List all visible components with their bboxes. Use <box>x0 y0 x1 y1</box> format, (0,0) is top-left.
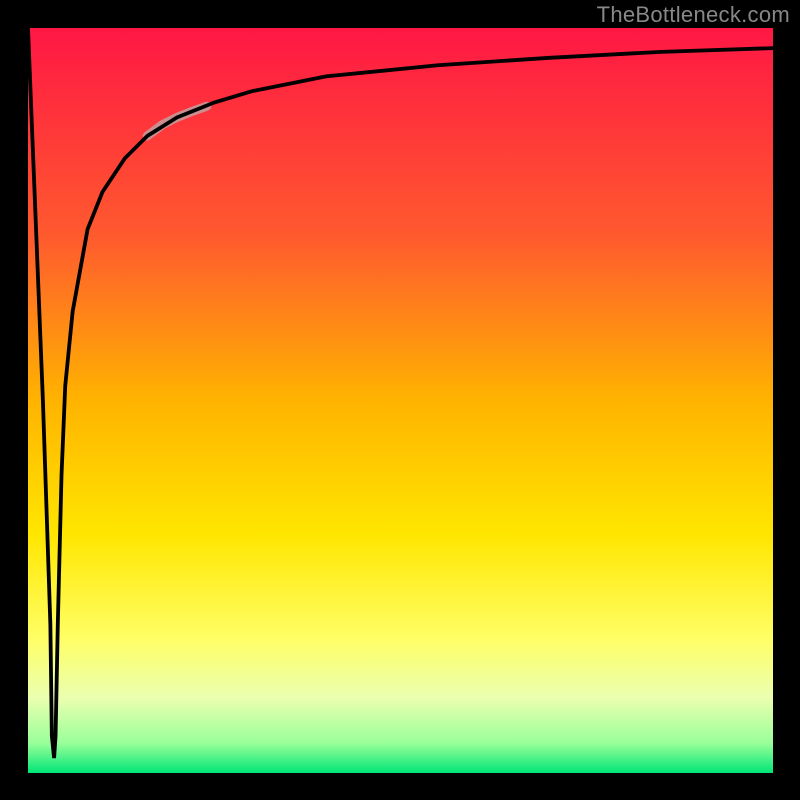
chart-background-gradient <box>28 28 773 773</box>
bottleneck-chart <box>0 0 800 800</box>
attribution-text: TheBottleneck.com <box>597 2 790 28</box>
